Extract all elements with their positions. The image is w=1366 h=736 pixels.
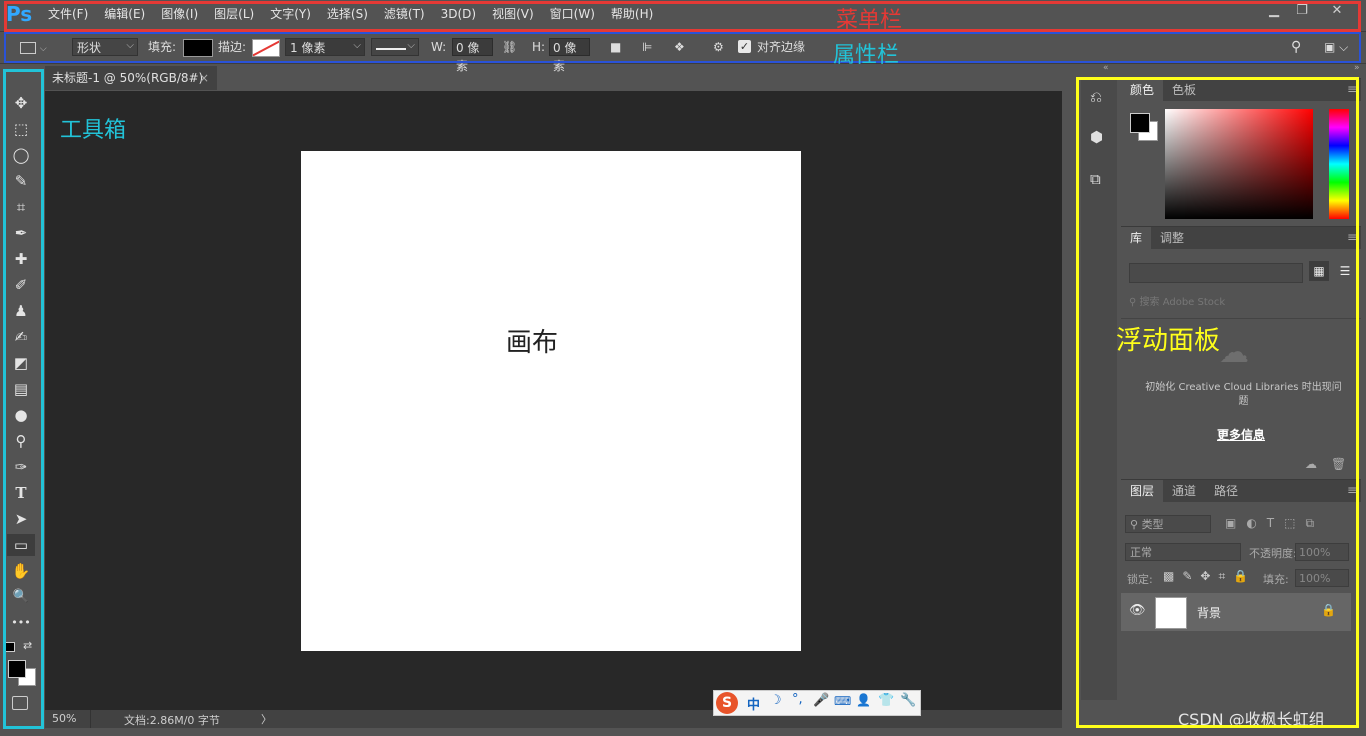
document-tab[interactable]: 未标题-1 @ 50%(RGB/8#) × [45, 66, 217, 90]
user-icon[interactable]: 👤 [856, 693, 871, 707]
status-menu-arrow[interactable]: 〉 [261, 711, 272, 727]
sogou-logo-icon: S [716, 692, 738, 714]
canvas-annotation: 画布 [506, 328, 559, 358]
document-info: 文档:2.86M/0 字节 [124, 714, 220, 727]
punctuation-icon[interactable]: °, [792, 692, 803, 707]
collapse-left-icon[interactable]: « [1103, 63, 1109, 73]
shirt-icon[interactable]: 👕 [878, 693, 894, 708]
panels-annotation: 浮动面板 [1116, 326, 1221, 356]
wrench-icon[interactable]: 🔧 [900, 693, 916, 708]
optionsbar-annotation: 属性栏 [833, 43, 900, 68]
document-title: 未标题-1 @ 50%(RGB/8#) [52, 71, 204, 85]
panels-annotation-box [1076, 77, 1359, 728]
menubar-annotation: 菜单栏 [836, 8, 903, 33]
microphone-icon[interactable]: 🎤 [813, 693, 829, 708]
ime-mode-label[interactable]: 中 [747, 694, 760, 713]
optionsbar-annotation-box [4, 32, 1361, 63]
moon-icon[interactable]: ☽ [770, 693, 782, 708]
toolbox-annotation: 工具箱 [60, 118, 127, 143]
ime-toolbar: S 中 ☽ °, 🎤 ⌨ 👤 👕 🔧 [713, 690, 921, 716]
zoom-level[interactable]: 50% [52, 712, 76, 725]
menubar-annotation-box [4, 1, 1361, 32]
keyboard-icon[interactable]: ⌨ [834, 694, 851, 708]
toolbox-annotation-box [3, 69, 44, 729]
close-tab-icon[interactable]: × [199, 66, 209, 90]
collapse-right-icon[interactable]: » [1354, 63, 1360, 73]
canvas[interactable] [301, 151, 801, 651]
